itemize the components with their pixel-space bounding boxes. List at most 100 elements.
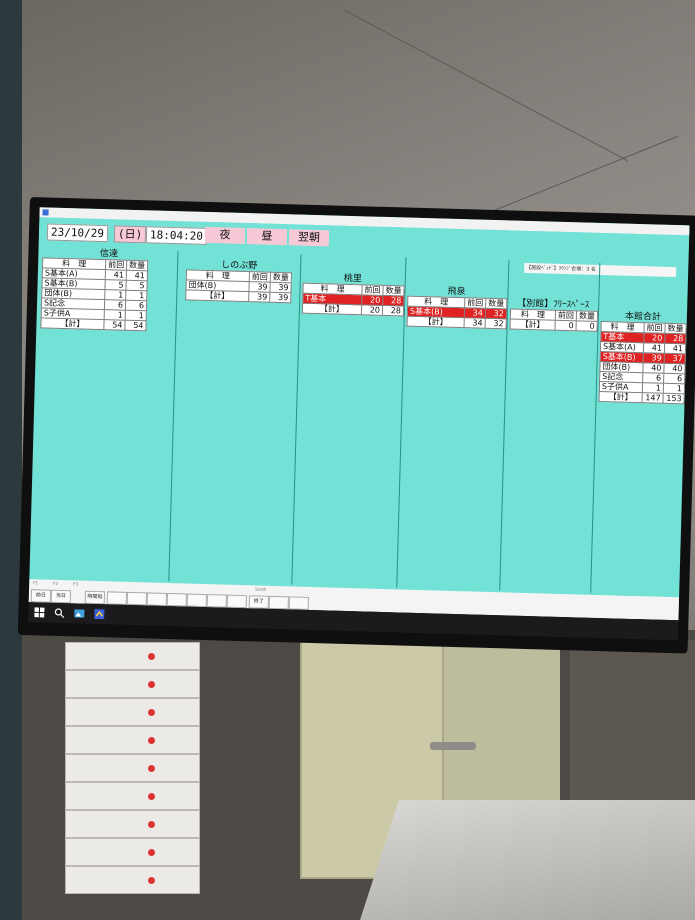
prev-day-key[interactable]: 前日 (30, 589, 52, 603)
today-key[interactable]: 当日 (50, 589, 72, 604)
quantity-cell: 6 (663, 373, 685, 384)
total-row: 【計】 20 28 (302, 303, 404, 316)
door-handle (430, 742, 476, 750)
previous-count-cell: 5 (104, 279, 127, 291)
dish-name-cell: S記念 (599, 371, 643, 383)
time-select-key[interactable]: 時間指 (84, 590, 106, 605)
column-header: 前回 (361, 284, 384, 296)
dish-name-cell: T基本 (600, 331, 644, 343)
fkey-blank[interactable] (146, 592, 167, 606)
venue-column: しのぶ野料 理前回 数量 団体(B) 39 39 【計】 39 39 (169, 251, 302, 585)
time-display: 18:04:20 (145, 226, 208, 245)
fkey-blank[interactable] (186, 593, 207, 608)
previous-count-cell: 41 (643, 342, 665, 354)
quantity-cell: 1 (125, 310, 147, 321)
monitor: 23/10/29 (日) 18:04:20 夜 昼 翌朝 【施設ﾍﾞｯﾄﾞ】ﾗｳ… (17, 197, 695, 654)
quantity-cell: 39 (269, 282, 292, 293)
column-header: 数量 (382, 285, 405, 296)
total-label-cell: 【計】 (510, 318, 556, 331)
total-row: 【計】 34 32 (407, 316, 507, 329)
total-previous-cell: 39 (248, 291, 270, 303)
previous-count-cell: 40 (642, 362, 665, 374)
fkey-blank[interactable] (126, 591, 148, 606)
column-header: 前回 (464, 297, 486, 309)
column-header: 数量 (576, 310, 598, 322)
total-quantity-cell: 153 (662, 393, 685, 404)
fkey-blank[interactable] (288, 596, 309, 610)
column-header: 数量 (485, 298, 507, 309)
quantity-cell: 1 (125, 290, 147, 301)
previous-count-cell: 1 (104, 309, 126, 321)
total-quantity-cell: 28 (382, 305, 404, 316)
total-previous-cell: 54 (103, 319, 126, 331)
total-label-cell: 【計】 (599, 391, 643, 403)
weekday-display: (日) (113, 225, 147, 244)
total-previous-cell: 20 (361, 304, 383, 316)
column-header: 数量 (270, 272, 292, 283)
previous-count-cell: 20 (643, 332, 665, 344)
shift-night-button[interactable]: 夜 (204, 226, 246, 245)
venue-column: 飛泉料 理前回 数量 S基本(B) 34 32 【計】 34 32 (397, 257, 510, 591)
total-quantity-cell: 0 (575, 320, 598, 332)
venue-column: 信達料 理前回 数量 S基本(A) 41 41 S基本(B) 5 5 団体(B) 1 1 S記念 6 6 S… (31, 247, 179, 582)
venue-column: 本館合計料 理前回 数量 T基本 20 28 S基本(A) 41 41 S基本(B) 39 37 団体… (591, 262, 690, 596)
fkey-blank[interactable] (106, 591, 128, 605)
order-table: 料 理前回 数量 S基本(A) 41 41 S基本(B) 5 5 団体(B) 1 1 S記念 6 6 S子供… (40, 257, 149, 332)
quantity-cell: 5 (125, 280, 148, 291)
previous-count-cell: 34 (464, 307, 486, 319)
dish-name-cell: S基本(A) (600, 341, 644, 353)
order-table: 料 理前回 数量 T基本 20 28 【計】 20 28 (301, 282, 405, 317)
order-board-screen: 23/10/29 (日) 18:04:20 夜 昼 翌朝 【施設ﾍﾞｯﾄﾞ】ﾗｳ… (28, 207, 690, 621)
quantity-cell: 37 (664, 353, 686, 364)
dish-name-cell: 団体(B) (599, 361, 644, 373)
column-header: 数量 (664, 323, 687, 334)
quantity-cell: 41 (126, 270, 148, 281)
previous-count-cell: 39 (248, 281, 271, 293)
date-display: 23/10/29 (46, 223, 109, 243)
dish-name-cell: S基本(B) (600, 351, 644, 363)
app-icon (42, 209, 49, 216)
order-table: 料 理前回 数量 【計】 0 0 (509, 308, 599, 332)
total-previous-cell: 34 (464, 317, 486, 329)
quantity-cell: 32 (485, 308, 507, 319)
fkey-blank[interactable] (226, 594, 247, 609)
order-table: 料 理前回 数量 S基本(B) 34 32 【計】 34 32 (406, 295, 508, 330)
column-header: 前回 (105, 259, 127, 271)
shift-morning-button[interactable]: 翌朝 (288, 229, 330, 247)
left-edge-frame (0, 0, 22, 920)
search-icon[interactable] (54, 608, 65, 619)
total-label-cell: 【計】 (40, 317, 105, 330)
fkey-blank[interactable] (166, 592, 187, 607)
quantity-cell: 6 (125, 300, 147, 311)
total-row: 【計】 0 0 (510, 318, 598, 332)
previous-count-cell: 20 (361, 294, 383, 306)
fkey-blank[interactable] (206, 594, 227, 608)
total-quantity-cell: 54 (124, 320, 147, 331)
total-label-cell: 【計】 (185, 289, 249, 302)
total-previous-cell: 147 (641, 392, 664, 404)
quantity-cell: 41 (664, 343, 686, 354)
column-header: 前回 (643, 322, 666, 334)
total-quantity-cell: 32 (485, 318, 507, 329)
order-table: 料 理前回 数量 団体(B) 39 39 【計】 39 39 (185, 269, 292, 304)
column-header: 前回 (249, 271, 271, 283)
previous-count-cell: 41 (105, 269, 127, 281)
dish-name-cell: S子供A (599, 381, 643, 393)
steel-counter (360, 800, 695, 920)
photos-icon[interactable] (74, 608, 85, 618)
total-row: 【計】 39 39 (185, 289, 291, 303)
quantity-cell: 28 (382, 295, 404, 306)
previous-count-cell: 1 (104, 289, 126, 301)
quantity-cell: 28 (664, 333, 686, 344)
venue-column: 【別館】ﾌﾘｰｽﾍﾟｰｽ料 理前回 数量 【計】 0 0 (500, 260, 601, 593)
start-icon[interactable] (34, 607, 45, 618)
total-previous-cell: 0 (554, 320, 577, 331)
exit-key[interactable]: 終了 (248, 595, 269, 609)
column-header: 前回 (555, 310, 577, 321)
previous-count-cell: 6 (642, 372, 664, 384)
fkey-blank[interactable] (268, 595, 289, 610)
total-label-cell: 【計】 (302, 303, 362, 315)
app-launcher-icon[interactable] (94, 608, 105, 620)
shift-noon-button[interactable]: 昼 (246, 228, 288, 246)
order-table: 料 理前回 数量 T基本 20 28 S基本(A) 41 41 S基本(B) 39 37 団体(B) 4… (598, 320, 687, 405)
